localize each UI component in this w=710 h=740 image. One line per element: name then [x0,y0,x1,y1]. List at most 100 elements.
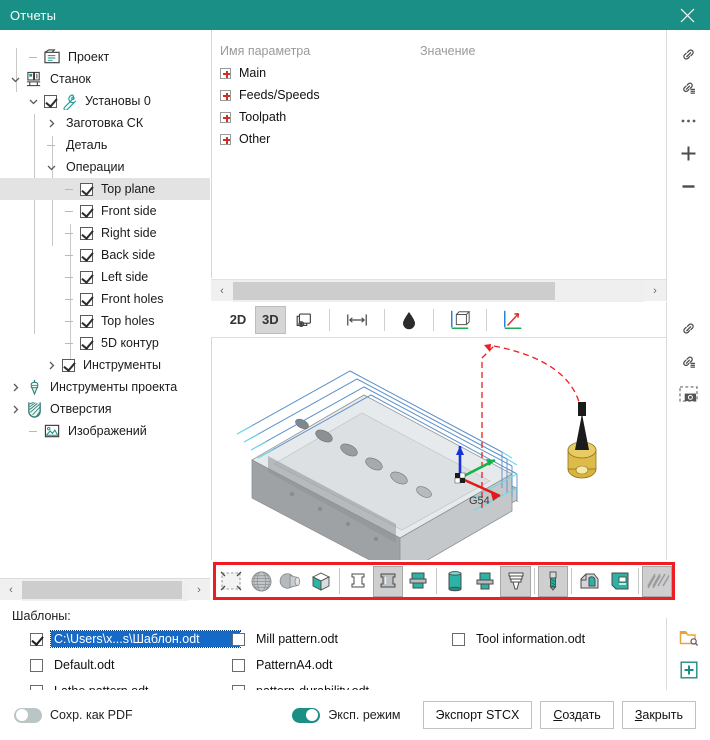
parameters-scroll-thumb[interactable] [233,282,555,300]
link-list-icon[interactable] [667,345,710,378]
chevron-down-icon[interactable] [8,72,22,86]
template-checkbox[interactable] [30,659,43,672]
tree-item-4[interactable]: Деталь [0,134,210,156]
tree-scroll-track[interactable] [22,579,188,601]
tree-item-16[interactable]: Отверстия [0,398,210,420]
template-item[interactable]: Mill pattern.odt [232,628,341,650]
hatch-button[interactable] [642,566,672,597]
machine-body-button[interactable] [575,566,605,597]
tree-item-checkbox[interactable] [80,337,93,350]
globe-button[interactable] [246,566,276,597]
tool-shank-button[interactable] [470,566,500,597]
view-toolbar[interactable]: 2D 3D [211,302,666,338]
tree-item-checkbox[interactable] [80,293,93,306]
tree-item-2[interactable]: Установы 0 [0,90,210,112]
project-tree[interactable]: Проект Станок Установы 0Заготовка СКДета… [0,30,210,578]
parameter-group-row[interactable]: Toolpath [212,106,666,128]
ellipsis-icon[interactable] [667,104,710,137]
expand-plus-icon[interactable] [220,134,231,145]
model-viewport[interactable]: G54 [211,338,666,560]
view-3d-button[interactable]: 3D [255,306,286,334]
tree-item-checkbox[interactable] [80,183,93,196]
tree-item-15[interactable]: Инструменты проекта [0,376,210,398]
parameter-group-row[interactable]: Feeds/Speeds [212,84,666,106]
tree-item-checkbox[interactable] [62,359,75,372]
tree-scroll-thumb[interactable] [22,581,182,599]
chevron-down-icon[interactable] [26,94,40,108]
stock-outline-button[interactable] [216,566,246,597]
expand-plus-icon[interactable] [220,68,231,79]
scroll-right-arrow-icon[interactable]: › [644,280,666,302]
solid-shape-button[interactable] [276,566,306,597]
holder-teal-button[interactable] [403,566,433,597]
plus-icon[interactable] [667,137,710,170]
cube-button[interactable] [306,566,336,597]
template-item[interactable]: PatternA4.odt [232,654,335,676]
preview-icon[interactable] [288,306,320,334]
drill-button[interactable] [538,566,568,597]
tree-item-7[interactable]: Front side [0,200,210,222]
tree-item-10[interactable]: Left side [0,266,210,288]
add-box-icon[interactable] [667,654,710,686]
parameters-scroll-track[interactable] [233,280,644,302]
scroll-left-arrow-icon[interactable]: ‹ [211,280,233,302]
tree-item-checkbox[interactable] [80,271,93,284]
scroll-right-arrow-icon[interactable]: › [188,579,210,601]
tree-item-11[interactable]: Front holes [0,288,210,310]
template-checkbox[interactable] [30,633,43,646]
template-checkbox[interactable] [232,633,245,646]
tree-horizontal-scrollbar[interactable]: ‹ › [0,578,210,600]
expert-mode-toggle[interactable] [292,708,320,723]
link-list-icon[interactable] [667,71,710,104]
fixture-button[interactable] [605,566,635,597]
save-as-pdf-toggle[interactable] [14,708,42,723]
tree-item-checkbox[interactable] [80,205,93,218]
chevron-right-icon[interactable] [44,358,58,372]
folder-search-icon[interactable] [667,622,710,654]
toolpath-axes-icon[interactable] [496,306,530,334]
measure-icon[interactable] [339,306,375,334]
stock-box-icon[interactable] [443,306,477,334]
tree-item-14[interactable]: Инструменты [0,354,210,376]
parameters-horizontal-scrollbar[interactable]: ‹ › [211,279,666,301]
tree-item-8[interactable]: Right side [0,222,210,244]
close-dialog-button[interactable]: Закрыть [622,701,696,729]
link-icon[interactable] [667,38,710,71]
tool-body-button[interactable] [440,566,470,597]
template-item[interactable]: Tool information.odt [452,628,588,650]
tree-item-0[interactable]: Проект [0,46,210,68]
tree-item-5[interactable]: Операции [0,156,210,178]
expand-plus-icon[interactable] [220,112,231,123]
template-item[interactable]: C:\Users\x...s\Шаблон.odt [30,628,240,650]
template-checkbox[interactable] [232,659,245,672]
viewport-tool-rail[interactable] [666,302,710,560]
tree-item-17[interactable]: Изображений [0,420,210,442]
template-checkbox[interactable] [452,633,465,646]
chevron-down-icon[interactable] [44,160,58,174]
tree-item-6[interactable]: Top plane [0,178,210,200]
tree-item-3[interactable]: Заготовка СК [0,112,210,134]
tree-item-checkbox[interactable] [80,315,93,328]
model-display-toolbar[interactable] [213,562,675,600]
template-item[interactable]: Default.odt [30,654,117,676]
minus-icon[interactable] [667,170,710,203]
chevron-right-icon[interactable] [8,402,22,416]
tree-item-12[interactable]: Top holes [0,310,210,332]
close-icon[interactable] [674,2,700,28]
holder-outline-button[interactable] [343,566,373,597]
expand-plus-icon[interactable] [220,90,231,101]
screenshot-icon[interactable] [667,378,710,411]
chevron-right-icon[interactable] [44,116,58,130]
tree-item-checkbox[interactable] [80,227,93,240]
parameter-group-row[interactable]: Main [212,62,666,84]
view-2d-button[interactable]: 2D [223,306,253,334]
export-stcx-button[interactable]: Экспорт STCX [423,701,533,729]
scroll-left-arrow-icon[interactable]: ‹ [0,579,22,601]
tool-stack-button[interactable] [500,566,530,597]
tree-item-checkbox[interactable] [80,249,93,262]
tree-item-1[interactable]: Станок [0,68,210,90]
tree-item-checkbox[interactable] [44,95,57,108]
holder-gray-button[interactable] [373,566,403,597]
parameters-tool-rail[interactable] [666,30,710,301]
coolant-icon[interactable] [394,306,424,334]
